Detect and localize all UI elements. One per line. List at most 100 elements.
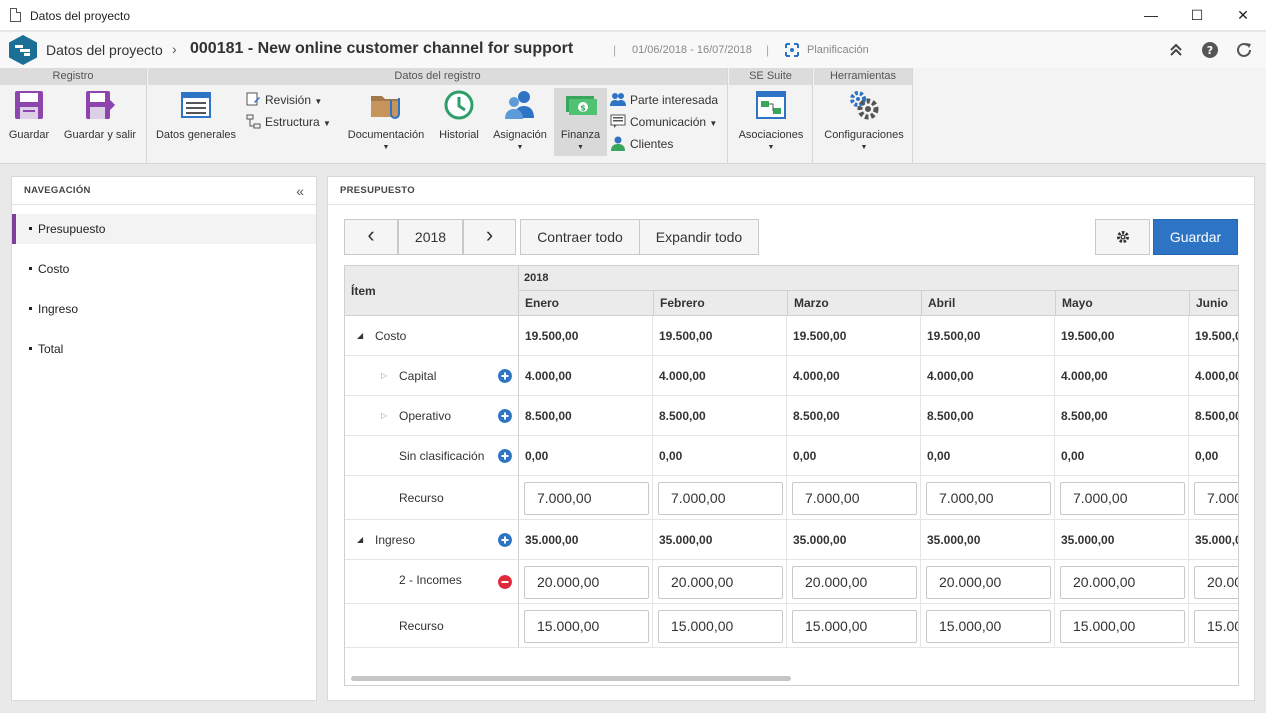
remove-item-icon[interactable]: [498, 575, 512, 589]
expand-row-icon[interactable]: ▷: [381, 411, 387, 420]
collapse-all-button[interactable]: Contraer todo: [520, 219, 640, 255]
table-cell: 35.000,00: [920, 520, 1054, 559]
table-cell: 0,00: [920, 436, 1054, 475]
budget-value: 8.500,00: [793, 409, 840, 423]
budget-value-input[interactable]: 20.000,00: [524, 566, 649, 599]
expand-all-button[interactable]: Expandir todo: [639, 219, 759, 255]
project-dates: 01/06/2018 - 16/07/2018: [632, 44, 752, 56]
communication-menu[interactable]: Comunicación ▼: [610, 114, 717, 129]
budget-value-input[interactable]: 7.000,00: [524, 482, 649, 515]
general-data-button[interactable]: Datos generales: [154, 88, 238, 141]
budget-value-input[interactable]: 20.000,00: [792, 566, 917, 599]
budget-value-input[interactable]: 20.000,00: [658, 566, 783, 599]
refresh-icon[interactable]: [1235, 41, 1253, 59]
budget-value-input[interactable]: 15.000,00: [1194, 610, 1238, 643]
budget-value: 19.500,00: [1061, 329, 1115, 343]
associations-button[interactable]: Asociaciones ▼: [733, 88, 809, 151]
add-item-icon[interactable]: [498, 449, 512, 463]
budget-value-input[interactable]: 7.000,00: [1060, 482, 1185, 515]
settings-button[interactable]: Configuraciones ▼: [818, 88, 910, 151]
nav-item-presupuesto[interactable]: Presupuesto: [12, 214, 316, 244]
grid-settings-button[interactable]: [1095, 219, 1150, 255]
documentation-button[interactable]: Documentación ▼: [344, 88, 428, 151]
table-cell: 0,00: [1188, 436, 1238, 475]
grid-header: Ítem 2018 Enero Febrero Marzo Abril Mayo Juni…: [345, 266, 1238, 316]
structure-menu[interactable]: Estructura ▼: [246, 114, 331, 129]
finance-button[interactable]: $ Finanza ▼: [554, 88, 607, 156]
expand-row-icon[interactable]: ▷: [381, 371, 387, 380]
row-label: Ingreso: [375, 533, 416, 547]
ribbon-group-se-suite: SE Suite Asociaciones ▼: [729, 68, 813, 164]
table-cell: 20.000,00: [1188, 560, 1238, 603]
clients-button[interactable]: Clientes: [610, 136, 673, 151]
ribbon-group-title: SE Suite: [729, 68, 812, 85]
revision-menu[interactable]: Revisión ▼: [246, 92, 322, 107]
help-icon[interactable]: ?: [1201, 41, 1219, 59]
table-cell: 7.000,00: [920, 476, 1054, 519]
budget-value-input[interactable]: 7.000,00: [792, 482, 917, 515]
budget-value-input[interactable]: 15.000,00: [658, 610, 783, 643]
table-cell: 0,00: [518, 436, 652, 475]
budget-value-input[interactable]: 20.000,00: [926, 566, 1051, 599]
table-cell: 19.500,00: [920, 316, 1054, 355]
row-label: Recurso: [399, 619, 444, 633]
budget-value-input[interactable]: 7.000,00: [926, 482, 1051, 515]
collapse-row-icon[interactable]: ◢: [357, 331, 363, 340]
nav-item-costo[interactable]: Costo: [12, 254, 316, 284]
stakeholder-icon: [610, 93, 626, 106]
add-item-icon[interactable]: [498, 533, 512, 547]
project-title: 000181 - New online customer channel for…: [190, 40, 574, 57]
budget-value-input[interactable]: 15.000,00: [926, 610, 1051, 643]
collapse-up-icon[interactable]: [1167, 41, 1185, 59]
horizontal-scrollbar[interactable]: [351, 676, 791, 681]
budget-value-input[interactable]: 7.000,00: [1194, 482, 1238, 515]
table-cell: 8.500,00: [786, 396, 920, 435]
budget-value: 0,00: [927, 449, 951, 463]
table-cell: 8.500,00: [1188, 396, 1238, 435]
budget-value: 35.000,00: [1195, 533, 1238, 547]
ribbon-group-title: Registro: [0, 68, 146, 85]
table-row: Recurso 15.000,00 15.000,00 15.000,00 15.000…: [345, 604, 1238, 648]
form-icon: [181, 92, 211, 118]
budget-value-input[interactable]: 15.000,00: [1060, 610, 1185, 643]
gears-icon: [850, 91, 879, 120]
table-cell: 4.000,00: [652, 356, 786, 395]
table-cell: 20.000,00: [518, 560, 652, 603]
close-button[interactable]: ✕: [1220, 0, 1266, 31]
collapse-panel-icon[interactable]: «: [296, 183, 304, 199]
history-button[interactable]: Historial: [434, 88, 484, 141]
budget-value-input[interactable]: 20.000,00: [1060, 566, 1185, 599]
row-label: Sin clasificación: [399, 449, 485, 463]
associations-icon: [756, 91, 786, 119]
budget-value: 35.000,00: [1061, 533, 1115, 547]
budget-value-input[interactable]: 7.000,00: [658, 482, 783, 515]
budget-value: 4.000,00: [793, 369, 840, 383]
breadcrumb-section[interactable]: Datos del proyecto: [46, 42, 163, 58]
save-budget-button[interactable]: Guardar: [1153, 219, 1238, 255]
nav-item-ingreso[interactable]: Ingreso: [12, 294, 316, 324]
budget-value-input[interactable]: 15.000,00: [524, 610, 649, 643]
budget-value-input[interactable]: 20.000,00: [1194, 566, 1238, 599]
budget-value-input[interactable]: 15.000,00: [792, 610, 917, 643]
budget-value: 8.500,00: [927, 409, 974, 423]
month-header: Junio: [1189, 291, 1238, 316]
table-row: Sin clasificación 0,00 0,00 0,00 0,00 0,00 0,0…: [345, 436, 1238, 476]
navigation-panel: NAVEGACIÓN « Presupuesto Costo Ingreso T…: [11, 176, 317, 701]
maximize-button[interactable]: ☐: [1174, 0, 1220, 31]
collapse-row-icon[interactable]: ◢: [357, 535, 363, 544]
minimize-button[interactable]: —: [1128, 0, 1174, 31]
add-item-icon[interactable]: [498, 369, 512, 383]
svg-text:?: ?: [1207, 44, 1213, 57]
stakeholder-button[interactable]: Parte interesada: [610, 92, 718, 107]
table-cell: 7.000,00: [518, 476, 652, 519]
history-icon: [444, 90, 474, 120]
add-item-icon[interactable]: [498, 409, 512, 423]
next-year-button[interactable]: ›: [463, 219, 516, 255]
save-and-exit-button[interactable]: Guardar y salir: [60, 88, 140, 141]
table-cell: 7.000,00: [652, 476, 786, 519]
prev-year-button[interactable]: ‹: [344, 219, 398, 255]
save-button[interactable]: Guardar: [6, 88, 52, 141]
assignment-button[interactable]: Asignación ▼: [490, 88, 550, 151]
nav-item-total[interactable]: Total: [12, 334, 316, 364]
budget-value: 19.500,00: [1195, 329, 1238, 343]
